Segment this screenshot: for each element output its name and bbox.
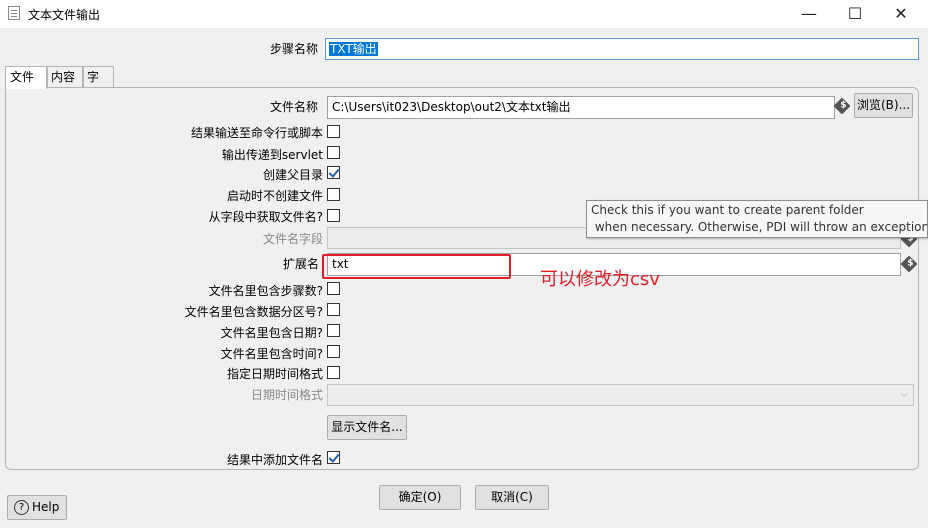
browse-button[interactable]: 浏览(B)... — [854, 93, 913, 118]
include-date-checkbox[interactable] — [327, 324, 340, 337]
do-not-create-at-start-checkbox[interactable] — [327, 188, 340, 201]
filename-label: 文件名称 — [269, 100, 318, 114]
option-label: 从字段中获取文件名? — [208, 210, 323, 224]
include-partition-checkbox[interactable] — [327, 303, 340, 316]
annotation-text: 可以修改为csv — [540, 269, 660, 290]
ok-button[interactable]: 确定(O) — [379, 485, 461, 510]
datetime-format-label: 日期时间格式 — [250, 388, 323, 402]
maximize-button[interactable]: ☐ — [832, 0, 878, 28]
pipe-to-command-checkbox[interactable] — [327, 125, 340, 138]
tab-fields[interactable]: 字段 — [83, 66, 114, 104]
name-option-label: 指定日期时间格式 — [226, 367, 323, 381]
extension-label: 扩展名 — [282, 257, 319, 271]
add-to-result-label: 结果中添加文件名 — [226, 453, 323, 467]
name-option-label: 文件名里包含日期? — [220, 326, 323, 340]
title-bar: 文本文件输出 — ☐ ✕ — [0, 0, 928, 28]
close-button[interactable]: ✕ — [878, 0, 924, 28]
annotation-highlight-box — [322, 254, 511, 279]
include-stepnr-checkbox[interactable] — [327, 282, 340, 295]
include-time-checkbox[interactable] — [327, 345, 340, 358]
option-label: 创建父目录 — [262, 168, 323, 182]
name-option-label: 文件名里包含步骤数? — [208, 284, 323, 298]
option-label: 结果输送至命令行或脚本 — [190, 126, 323, 140]
name-option-label: 文件名里包含数据分区号? — [184, 305, 323, 319]
help-button[interactable]: ? Help — [7, 495, 67, 520]
tab-content[interactable]: 内容 — [47, 66, 83, 88]
filename-input[interactable]: C:\Users\it023\Desktop\out2\文本txt输出 — [327, 96, 835, 119]
tab-file[interactable]: 文件 — [5, 66, 47, 89]
minimize-button[interactable]: — — [786, 0, 832, 28]
step-name-value: TXT输出 — [329, 42, 378, 56]
datetime-format-select[interactable] — [327, 384, 914, 406]
help-icon: ? — [14, 500, 29, 515]
tab-file-label: 文件 — [10, 70, 35, 84]
show-filename-button[interactable]: 显示文件名... — [327, 415, 407, 440]
window-title: 文本文件输出 — [28, 8, 101, 22]
step-name-label: 步骤名称 — [269, 42, 318, 56]
filename-field-label: 文件名字段 — [262, 232, 323, 246]
specify-datetime-format-checkbox[interactable] — [327, 366, 340, 379]
tab-content-label: 内容 — [51, 70, 76, 84]
chevron-down-icon[interactable]: ⌵ — [897, 387, 911, 403]
pass-to-servlet-checkbox[interactable] — [327, 146, 340, 159]
help-label: Help — [32, 500, 60, 514]
filename-from-field-checkbox[interactable] — [327, 209, 340, 222]
option-label: 输出传递到servlet — [221, 148, 323, 162]
option-label: 启动时不创建文件 — [226, 189, 323, 203]
add-to-result-checkbox[interactable] — [327, 451, 340, 464]
cancel-button[interactable]: 取消(C) — [475, 485, 549, 510]
tooltip: Check this if you want to create parent … — [586, 200, 928, 238]
create-parent-folder-checkbox[interactable] — [327, 166, 340, 179]
document-icon — [8, 6, 20, 20]
name-option-label: 文件名里包含时间? — [220, 347, 323, 361]
step-name-input[interactable]: TXT输出 — [325, 38, 919, 60]
